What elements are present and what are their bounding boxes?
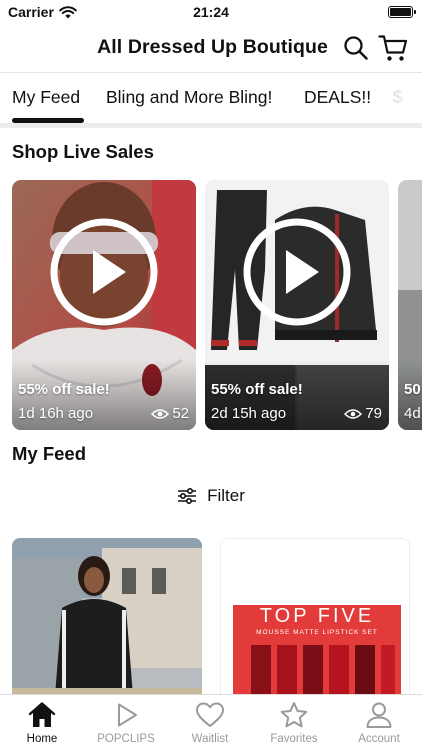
feed-item[interactable]: TOP FIVE MOUSSE MATTE LIPSTICK SET: [220, 538, 410, 708]
live-sale-label: 55% off sale!: [211, 381, 303, 398]
view-count-value: 52: [172, 405, 189, 422]
cart-icon: [378, 35, 408, 61]
live-sales-title: Shop Live Sales: [12, 141, 154, 162]
app-header: All Dressed Up Boutique: [0, 24, 422, 72]
eye-icon: [344, 408, 363, 419]
nav-account[interactable]: Account: [337, 701, 421, 745]
tab-bling-and-more-bling[interactable]: Bling and More Bling!: [106, 87, 272, 108]
nav-account-label: Account: [358, 733, 400, 745]
star-icon: [280, 702, 308, 728]
play-icon: [118, 703, 137, 727]
live-sale-label: 55% off sale!: [18, 381, 110, 398]
play-icon: [50, 218, 158, 326]
filter-icon: [178, 488, 197, 504]
person-icon: [366, 702, 392, 728]
view-count-value: 79: [365, 405, 382, 422]
status-bar: Carrier 21:24: [0, 0, 422, 24]
nav-home-label: Home: [26, 733, 58, 745]
feed-item[interactable]: [12, 538, 202, 708]
nav-favorites[interactable]: Favorites: [252, 701, 336, 745]
live-sale-label: 50: [404, 381, 421, 398]
feed-item-image: [12, 538, 202, 708]
search-button[interactable]: [341, 33, 371, 63]
cart-button[interactable]: [378, 33, 408, 63]
category-tabs: My Feed Bling and More Bling! DEALS!! $: [0, 73, 422, 125]
live-sale-time: 1d 16h ago: [18, 405, 94, 422]
search-icon: [344, 36, 368, 60]
view-count: 79: [344, 405, 382, 422]
feed-title: My Feed: [12, 443, 87, 464]
home-icon: [28, 702, 56, 727]
bottom-tab-bar: Home POPCLIPS Waitlist Favorites Account: [0, 694, 422, 750]
status-time: 21:24: [193, 4, 229, 20]
live-sale-card[interactable]: 55% off sale! 2d 15h ago 79: [205, 180, 389, 430]
battery-icon: [388, 6, 416, 18]
product-brand: TOP FIVE: [259, 605, 375, 627]
tabs-divider: [0, 123, 422, 128]
nav-favorites-label: Favorites: [270, 733, 318, 745]
nav-popclips[interactable]: POPCLIPS: [84, 701, 168, 745]
live-sale-card-partial[interactable]: 50 4d: [398, 180, 422, 430]
heart-icon: [196, 702, 224, 727]
filter-button[interactable]: Filter: [0, 484, 422, 508]
nav-waitlist[interactable]: Waitlist: [168, 701, 252, 745]
view-count: 52: [151, 405, 189, 422]
live-sale-card[interactable]: 55% off sale! 1d 16h ago 52: [12, 180, 196, 430]
nav-home[interactable]: Home: [0, 701, 84, 745]
nav-popclips-label: POPCLIPS: [97, 733, 155, 745]
store-title: All Dressed Up Boutique: [97, 36, 328, 58]
eye-icon: [151, 408, 170, 419]
product-line: MOUSSE MATTE LIPSTICK SET: [256, 629, 378, 636]
nav-waitlist-label: Waitlist: [191, 733, 229, 745]
tab-my-feed[interactable]: My Feed: [12, 87, 80, 108]
play-icon: [243, 218, 351, 326]
tab-deals[interactable]: DEALS!!: [304, 87, 371, 108]
live-sale-time: 4d: [404, 405, 421, 422]
filter-label: Filter: [207, 486, 245, 505]
live-sale-time: 2d 15h ago: [211, 405, 287, 422]
